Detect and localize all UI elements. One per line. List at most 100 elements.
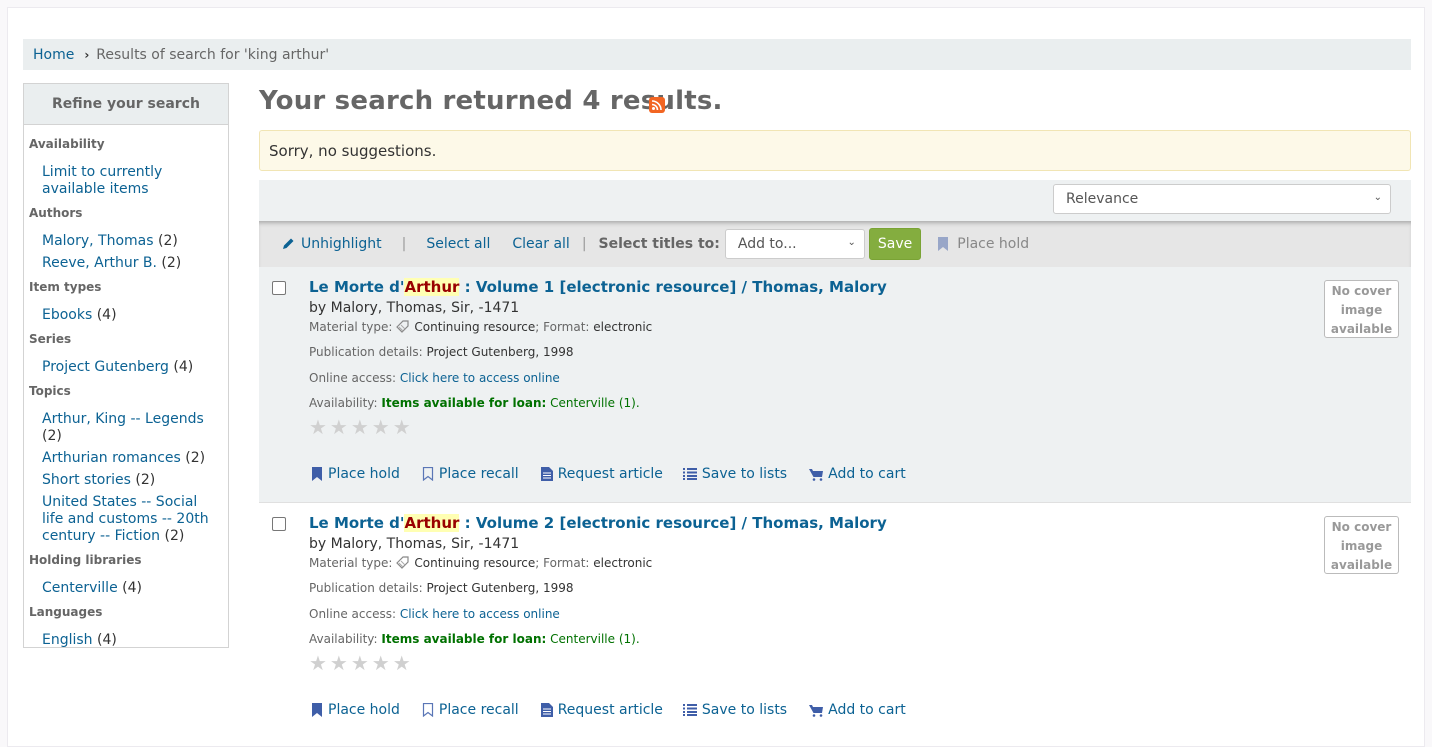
pub-label: Publication details: [309, 581, 423, 595]
result-title-link[interactable]: Le Morte d'Arthur : Volume 1 [electronic… [309, 278, 887, 296]
chevron-right-icon: › [84, 47, 90, 62]
facet-link[interactable]: Short stories [42, 472, 131, 488]
tag-icon [396, 556, 410, 569]
facet-title: Authors [29, 206, 83, 220]
online-access-row: Online access: Click here to access onli… [309, 607, 560, 621]
facet-list: Centerville (4) [24, 580, 228, 597]
rating-stars[interactable]: ★★★★★ [309, 651, 414, 675]
format-label: ; Format: [535, 556, 590, 570]
bookmark-icon [312, 467, 322, 481]
facet-list: English (4) [24, 632, 228, 649]
result-actions: Place hold Place recall Request article … [311, 466, 928, 482]
add-to-cart-link[interactable]: Add to cart [809, 466, 906, 482]
facet-link[interactable]: Arthur, King -- Legends [42, 411, 204, 427]
breadcrumb-current: Results of search for 'king arthur' [96, 46, 330, 63]
place-hold-link[interactable]: Place hold [311, 466, 400, 482]
save-button[interactable]: Save [868, 228, 922, 260]
unhighlight-label: Unhighlight [301, 236, 382, 252]
availability-row: Availability: Items available for loan: … [309, 632, 640, 646]
facet-count: (4) [97, 632, 117, 648]
online-access-link[interactable]: Click here to access online [400, 371, 560, 385]
pub-value: Project Gutenberg, 1998 [426, 581, 574, 595]
online-access-row: Online access: Click here to access onli… [309, 371, 560, 385]
add-to-select[interactable]: Add to... ⌄ [724, 229, 865, 259]
avail-status: Items available for loan: [381, 396, 547, 410]
place-recall-link[interactable]: Place recall [422, 702, 519, 718]
format-value: electronic [593, 320, 653, 334]
select-all-link[interactable]: Select all [426, 236, 490, 252]
bookmark-icon [938, 237, 949, 251]
place-hold-label: Place hold [328, 466, 400, 482]
format-label: ; Format: [535, 320, 590, 334]
add-to-cart-link[interactable]: Add to cart [809, 702, 906, 718]
facet-item: Limit to currently available items [36, 164, 228, 198]
facet-count: (4) [96, 307, 117, 323]
online-access-link[interactable]: Click here to access online [400, 607, 560, 621]
bookmark-outline-icon [422, 703, 433, 717]
selection-toolbar: Unhighlight | Select all Clear all | Sel… [259, 221, 1411, 267]
sort-select[interactable]: Relevance ⌄ [1053, 184, 1391, 214]
facet-link[interactable]: Malory, Thomas [42, 233, 154, 249]
facet-title: Topics [29, 384, 71, 398]
clear-all-link[interactable]: Clear all [512, 236, 569, 252]
facet-title: Holding libraries [29, 553, 142, 567]
facet-item: English (4) [36, 632, 228, 649]
online-label: Online access: [309, 607, 396, 621]
save-to-lists-label: Save to lists [701, 466, 788, 482]
facet-item: Short stories (2) [36, 472, 228, 489]
pub-value: Project Gutenberg, 1998 [426, 345, 574, 359]
facet-link[interactable]: Reeve, Arthur B. [42, 255, 157, 271]
facet-link[interactable]: Limit to currently available items [42, 164, 162, 197]
facet-count: (2) [161, 255, 182, 271]
material-type-row: Material type: Continuing resource; Form… [309, 556, 652, 570]
facet-count: (4) [173, 359, 194, 375]
file-text-icon [540, 467, 553, 481]
unhighlight-button[interactable]: Unhighlight [281, 236, 382, 252]
save-to-lists-link[interactable]: Save to lists [682, 466, 788, 482]
result-checkbox[interactable] [272, 281, 286, 295]
no-cover-placeholder: No cover image available [1324, 516, 1399, 574]
breadcrumb-home-link[interactable]: Home [33, 47, 74, 63]
file-text-icon [540, 703, 553, 717]
no-cover-placeholder: No cover image available [1324, 280, 1399, 338]
facet-link[interactable]: Ebooks [42, 307, 92, 323]
suggestions-box: Sorry, no suggestions. [259, 130, 1411, 171]
add-to-selected-value: Add to... [737, 236, 797, 252]
place-hold-label: Place hold [957, 236, 1030, 252]
rating-stars[interactable]: ★★★★★ [309, 415, 414, 439]
cart-icon [809, 468, 824, 481]
save-to-lists-link[interactable]: Save to lists [682, 702, 787, 718]
place-recall-link[interactable]: Place recall [422, 466, 519, 482]
availability-row: Availability: Items available for loan: … [309, 396, 640, 410]
add-to-cart-label: Add to cart [828, 702, 906, 718]
avail-location: Centerville (1). [550, 632, 640, 646]
facet-link[interactable]: Centerville [42, 580, 118, 596]
facet-link[interactable]: English [42, 632, 93, 648]
facet-item: Malory, Thomas (2) [36, 233, 228, 250]
facet-link[interactable]: Project Gutenberg [42, 359, 169, 375]
facet-groups: Availability Limit to currently available… [24, 125, 228, 649]
separator: | [581, 236, 587, 252]
facet-item: Arthur, King -- Legends (2) [36, 411, 228, 445]
material-label: Material type: [309, 320, 393, 334]
facet-link[interactable]: Arthurian romances [42, 450, 181, 466]
title-highlight: Arthur [404, 514, 460, 532]
facet-item: Ebooks (4) [36, 307, 228, 324]
cart-icon [809, 704, 824, 717]
facet-title: Item types [29, 280, 102, 294]
place-hold-selected-button[interactable]: Place hold [937, 236, 1029, 252]
list-icon [682, 704, 697, 716]
rss-feed-icon[interactable] [649, 97, 665, 113]
facet-item: Arthurian romances (2) [36, 450, 228, 467]
chevron-down-icon: ⌄ [847, 237, 856, 248]
request-article-link[interactable]: Request article [540, 702, 663, 718]
request-article-link[interactable]: Request article [540, 466, 663, 482]
facet-count: (4) [122, 580, 142, 596]
place-hold-link[interactable]: Place hold [311, 702, 400, 718]
avail-status: Items available for loan: [381, 632, 547, 646]
result-title-link[interactable]: Le Morte d'Arthur : Volume 2 [electronic… [309, 514, 887, 532]
sort-selected-value: Relevance [1066, 191, 1139, 207]
sort-bar: Relevance ⌄ [259, 180, 1411, 221]
facet-list: Ebooks (4) [24, 307, 228, 324]
result-checkbox[interactable] [272, 517, 286, 531]
